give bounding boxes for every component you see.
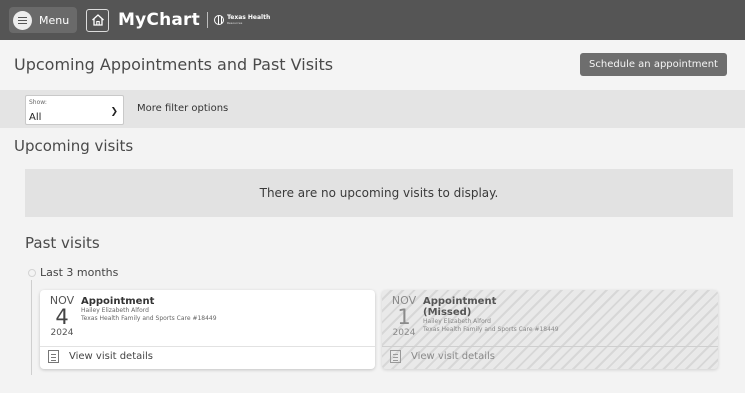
timeline-line [31,280,32,375]
visit-location: Texas Health Family and Sports Care #184… [81,315,217,322]
show-filter-select[interactable]: Show: All ❯ [25,95,124,125]
view-visit-details-link[interactable]: View visit details [390,350,495,363]
globe-icon [213,15,224,25]
visit-year: 2024 [50,328,74,338]
visit-title: Appointment [81,296,155,307]
show-filter-label: Show: [29,99,47,106]
menu-icon [13,10,32,30]
visit-date: NOV 4 2024 [48,294,76,338]
visit-day: 4 [55,305,69,329]
more-filter-options-link[interactable]: More filter options [137,103,228,114]
top-navigation-bar: Menu MyChart Texas Health Resources [0,0,745,40]
visit-title: Appointment [423,296,497,307]
no-upcoming-visits-message: There are no upcoming visits to display. [25,169,733,217]
app-title[interactable]: MyChart [118,10,200,30]
card-divider [40,346,375,347]
document-icon [390,350,401,363]
visit-missed-status: (Missed) [423,307,472,318]
schedule-appointment-button[interactable]: Schedule an appointment [580,53,727,76]
partner-logo: Texas Health Resources [213,15,270,25]
visit-info: Appointment Hailey Elizabeth Alford Texa… [81,296,217,323]
home-button[interactable] [86,8,109,32]
visit-provider: Hailey Elizabeth Alford [81,307,149,314]
time-range-label: Last 3 months [40,266,119,279]
visit-provider: Hailey Elizabeth Alford [423,318,491,325]
visit-date: NOV 1 2024 [390,294,418,338]
past-visits-heading: Past visits [25,234,100,252]
visit-card[interactable]: NOV 4 2024 Appointment Hailey Elizabeth … [40,290,375,369]
view-visit-details-label: View visit details [69,351,154,362]
home-icon [91,14,104,26]
view-visit-details-link[interactable]: View visit details [48,350,153,363]
brand-divider [206,12,208,28]
timeline-dot [28,269,36,277]
partner-sub: Resources [226,21,243,25]
upcoming-visits-heading: Upcoming visits [14,137,134,155]
chevron-down-icon: ❯ [110,107,118,117]
menu-label: Menu [39,13,70,27]
document-icon [48,350,59,363]
visit-year: 2024 [392,328,416,338]
menu-button[interactable]: Menu [9,7,77,33]
page-title: Upcoming Appointments and Past Visits [14,55,334,74]
show-filter-value: All [29,112,42,123]
filter-bar: Show: All ❯ More filter options [0,90,745,128]
visit-card-missed[interactable]: NOV 1 2024 Appointment (Missed) Hailey E… [382,290,718,369]
view-visit-details-label: View visit details [411,351,496,362]
empty-message-text: There are no upcoming visits to display. [259,186,499,200]
visit-location: Texas Health Family and Sports Care #184… [423,326,559,333]
page-header: Upcoming Appointments and Past Visits Sc… [0,40,745,90]
visit-info: Appointment (Missed) Hailey Elizabeth Al… [423,296,559,334]
visit-day: 1 [397,305,411,329]
card-divider [382,346,718,347]
